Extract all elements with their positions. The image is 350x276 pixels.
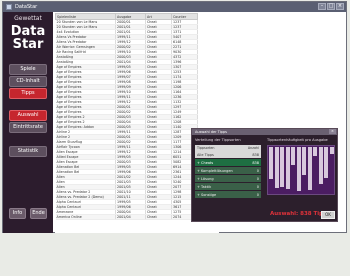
chart-bar — [280, 147, 285, 188]
table-row[interactable]: Age of Empires 1999/08 Cheat 1198 — [55, 79, 198, 85]
frequency-chart — [267, 145, 335, 195]
window-title: DataStar — [15, 4, 38, 10]
table-row[interactable]: Alien Escape 1999/12 Cheat 1214 — [55, 149, 198, 155]
selection-dialog: Auswahl der Tipps × Verteilung der Tipps… — [191, 128, 338, 222]
tip-type-count: 0 — [256, 193, 259, 197]
table-row[interactable]: Age of Empires 2 2000/04 Cheat 1208 — [55, 119, 198, 125]
table-row[interactable]: Age of Empires: Addon 2000/05 Cheat 1140 — [55, 124, 198, 130]
exit-button[interactable]: Ende — [30, 208, 47, 219]
dialog-title-bar[interactable]: Auswahl der Tipps × — [192, 129, 337, 135]
chart-bar — [269, 147, 274, 180]
chart-bar — [307, 147, 312, 190]
window-controls: – □ × — [318, 3, 344, 10]
table-cell: America Online — [55, 214, 116, 220]
tip-type-count: 0 — [256, 169, 259, 173]
table-row[interactable]: Age of Empires 2000/01 Cheat 1297 — [55, 104, 198, 110]
tip-type-label: + Taktik — [197, 185, 212, 189]
table-row[interactable]: Aliens Vs Predator 1999/12 Cheat 6148 — [55, 39, 198, 45]
table-row[interactable]: Airflair Tycoon 1999/11 Cheat 1306 — [55, 144, 198, 150]
table-row[interactable]: Age of Empires 2 2000/03 Cheat 1162 — [55, 114, 198, 120]
tip-type-row[interactable]: + Cheats 838 — [195, 159, 261, 167]
dialog-title: Auswahl der Tipps — [195, 130, 227, 134]
table-row[interactable]: Alarm Sturzflug 2000/02 Cheat 1177 — [55, 139, 198, 145]
table-row[interactable]: Aliens vs. Predator 2 (Demo) 2001/11 Cheat… — [55, 194, 198, 200]
table-row[interactable]: Alienation Bel 1999/06 Cheat 2361 — [55, 169, 198, 175]
table-row[interactable]: Age of Empires 1999/10 Cheat 1164 — [55, 89, 198, 95]
nav-tipps-button[interactable]: Tipps — [9, 88, 47, 99]
chart-bar — [329, 147, 334, 154]
tip-type-label: + Komplettlösungen — [197, 169, 233, 173]
tip-type-label: + Sonstige — [197, 193, 217, 197]
table-cell: 2001/04 — [115, 214, 146, 220]
app-icon — [6, 4, 12, 10]
chart-bar — [296, 147, 301, 191]
brand-caption: Gewettat — [14, 15, 42, 22]
chart-bar — [274, 147, 279, 189]
nav-auswahl-button[interactable]: Auswahl — [9, 110, 47, 121]
table-row[interactable]: Age of Empires 1999/06 Cheat 1253 — [55, 69, 198, 75]
nav-statistik-button[interactable]: Statistik — [9, 146, 47, 157]
table-row[interactable]: 20 Stunden von Le Mans 2000/01 Cheat 1237 — [55, 19, 198, 25]
distribution-heading: Verteilung der Tippsorten — [195, 138, 241, 142]
table-row[interactable]: Age of Empires 1999/09 Cheat 1206 — [55, 84, 198, 90]
chart-bar — [324, 147, 329, 179]
table-row[interactable]: Air Warrior: Gemsingen 2000/02 Cheat 2271 — [55, 44, 198, 50]
tip-type-table: Tippsorten Anzahl Alle Tipps 838 + Cheat… — [195, 145, 261, 199]
table-body: 20 Stunden von Le Mans 2000/01 Cheat 1237 20… — [55, 19, 198, 220]
tip-type-count: 838 — [252, 153, 259, 157]
sidebar: Gewettat Data Star Spiele CD-Inhalt Tipp… — [3, 12, 53, 233]
minimize-icon[interactable]: – — [318, 3, 326, 10]
tip-type-count: 838 — [252, 161, 259, 165]
table-row[interactable]: Alpha Centauri 1999/05 Cheat 4305 — [55, 199, 198, 205]
close-icon[interactable]: × — [336, 3, 344, 10]
chart-heading: Tippsortenhäufigkeit pro Ausgabe — [267, 138, 328, 142]
app-window: DataStar – □ × Gewettat Data Star Spiele… — [2, 1, 347, 233]
chart-bar — [285, 147, 290, 190]
table-row[interactable]: Age of Empires 1999/12 Cheat 1132 — [55, 99, 198, 105]
tip-type-label: Alle Tipps — [197, 153, 214, 157]
table-row[interactable]: Age of Empires 2000/02 Cheat 1249 — [55, 109, 198, 115]
chart-bar — [318, 147, 323, 184]
nav-eintrittsrate-button[interactable]: Eintrittsrate — [9, 122, 47, 133]
tip-type-label: + Lösung — [197, 177, 214, 181]
tip-type-row[interactable]: + Taktik 0 — [195, 183, 261, 191]
table-row[interactable]: 20 Stunden von Le Mans 2001/01 Cheat 1237 — [55, 24, 198, 30]
tip-type-row[interactable]: + Sonstige 0 — [195, 191, 261, 199]
chart-bar — [291, 147, 296, 166]
info-button[interactable]: Info — [9, 208, 26, 219]
chart-bar — [302, 147, 307, 175]
results-table: Spielenliste Ausgabe Art Counter 20 Stun… — [55, 13, 198, 220]
table-row[interactable]: Alienation Bel 1999/05 Cheat 6914 — [55, 164, 198, 170]
table-row[interactable]: Alpha Centauri 1999/06 Cheat 3617 — [55, 204, 198, 210]
ok-button[interactable]: OK — [321, 211, 335, 219]
chart-bar — [313, 147, 318, 157]
tip-type-count: 0 — [256, 177, 259, 181]
title-bar[interactable]: DataStar – □ × — [3, 2, 346, 12]
tip-type-row[interactable]: + Lösung 0 — [195, 175, 261, 183]
brand-line-2: Star — [12, 37, 44, 52]
table-row[interactable]: 4x4 Evolution 2001/01 Cheat 1371 — [55, 29, 198, 35]
tip-type-row[interactable]: Alle Tipps 838 — [195, 151, 261, 159]
table-row[interactable]: Age of Empires 1999/05 Cheat 1307 — [55, 64, 198, 70]
table-row[interactable]: Air Racing Sailfrid 1999/10 Cheat 9030 — [55, 49, 198, 55]
tip-type-row[interactable]: + Komplettlösungen 0 — [195, 167, 261, 175]
table-row[interactable]: Aliens vs. Predator 2 2001/10 Cheat 1298 — [55, 189, 198, 195]
nav-cd-inhalt-button[interactable]: CD-Inhalt — [9, 76, 47, 87]
table-row[interactable]: Aliens Vs Predator 1999/11 Cheat 5407 — [55, 34, 198, 40]
table-row[interactable]: Age of Empires 1999/07 Cheat 1174 — [55, 74, 198, 80]
brand-logo: Data Star — [5, 25, 51, 51]
maximize-icon[interactable]: □ — [327, 3, 335, 10]
table-row[interactable]: America Online 2001/04 Cheat 2074 — [55, 214, 198, 220]
dialog-close-icon[interactable]: × — [329, 129, 336, 134]
nav-spiele-button[interactable]: Spiele — [9, 64, 47, 75]
tip-type-count: 0 — [256, 185, 259, 189]
table-cell: Cheat — [145, 214, 172, 220]
tip-type-label: + Cheats — [197, 161, 214, 165]
table-row[interactable]: Alien Escape 2000/03 Cheat 5082 — [55, 159, 198, 165]
table-row[interactable]: Age of Empires 1999/11 Cheat 1236 — [55, 94, 198, 100]
table-row[interactable]: Allied Escape 1999/05 Cheat 6051 — [55, 154, 198, 160]
